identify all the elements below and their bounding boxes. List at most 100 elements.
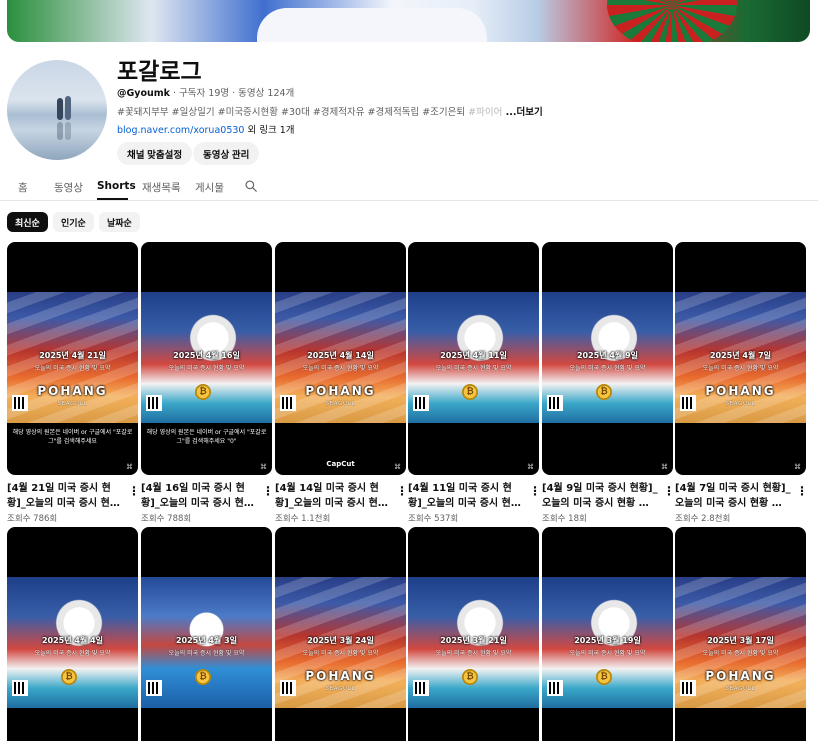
- thumbnail-date: 2025년 3월 21일: [440, 636, 507, 645]
- tab-shorts[interactable]: Shorts: [97, 180, 136, 192]
- more-actions-icon[interactable]: ⋮: [529, 484, 541, 498]
- thumbnail-date: 2025년 3월 24일: [307, 636, 374, 645]
- more-actions-icon[interactable]: ⋮: [663, 484, 675, 498]
- short-title[interactable]: [4월 9일 미국 증시 현황]_오늘의 미국 증시 현황 …: [542, 481, 658, 511]
- channel-stats: · 구독자 19명 · 동영상 124개: [170, 88, 295, 99]
- search-icon[interactable]: [244, 179, 258, 193]
- more-actions-icon[interactable]: ⋮: [128, 484, 140, 498]
- short-thumbnail[interactable]: 2025년 3월 24일 오늘의 미국 증시 현황 및 요약 POHANG SEAGU…: [275, 527, 406, 741]
- more-links[interactable]: 외 링크 1개: [244, 125, 294, 136]
- more-actions-icon[interactable]: ⋮: [796, 484, 808, 498]
- short-thumbnail[interactable]: 2025년 4월 21일 오늘의 미국 증시 현황 및 요약 POHANG SEAGU…: [7, 242, 138, 475]
- channel-name: 포갈로그: [117, 59, 202, 85]
- thumbnail-subtitle: 오늘의 미국 증시 현황 및 요약: [569, 650, 646, 657]
- short-thumbnail[interactable]: 2025년 4월 11일 오늘의 미국 증시 현황 및 요약 ₿ ⌘: [408, 242, 539, 475]
- short-thumbnail[interactable]: 2025년 4월 16일 오늘의 미국 증시 현황 및 요약 ₿ 해당 영상의 원본은…: [141, 242, 272, 475]
- thumbnail-caption: 해당 영상의 원본은 네이버 or 구글에서 "포갈로그"를 검색해주세요: [12, 429, 133, 445]
- thumbnail-date: 2025년 4월 4일: [41, 636, 104, 645]
- thumbnail-date: 2025년 4월 11일: [440, 351, 507, 360]
- channel-tabs: 홈 동영상 Shorts 재생목록 게시물: [0, 176, 818, 201]
- thumbnail-artwork: 2025년 4월 9일 오늘의 미국 증시 현황 및 요약 ₿: [542, 292, 673, 423]
- tab-home[interactable]: 홈: [18, 180, 28, 195]
- thumbnail-date: 2025년 3월 17일: [707, 636, 774, 645]
- short-thumbnail[interactable]: 2025년 4월 4일 오늘의 미국 증시 현황 및 요약 ₿: [7, 527, 138, 741]
- bitcoin-icon: ₿: [596, 669, 612, 685]
- thumbnail-artwork: 2025년 4월 21일 오늘의 미국 증시 현황 및 요약 POHANG SEAGU…: [7, 292, 138, 423]
- channel-handle: @Gyoumk: [117, 88, 170, 99]
- thumbnail-subtitle: 오늘의 미국 증시 현황 및 요약: [435, 365, 512, 372]
- qr-code-icon: [146, 395, 162, 411]
- thumbnail-artwork: 2025년 4월 3일 오늘의 미국 증시 현황 및 요약 ₿: [141, 577, 272, 708]
- more-actions-icon[interactable]: ⋮: [262, 484, 274, 498]
- shorts-icon: ⌘: [260, 463, 267, 471]
- manage-videos-button[interactable]: 동영상 관리: [193, 142, 260, 165]
- thumbnail-artwork: 2025년 3월 24일 오늘의 미국 증시 현황 및 요약 POHANG SEAGU…: [275, 577, 406, 708]
- tab-videos[interactable]: 동영상: [54, 180, 83, 195]
- thumbnail-artwork: 2025년 4월 14일 오늘의 미국 증시 현황 및 요약 POHANG SEAGU…: [275, 292, 406, 423]
- channel-description[interactable]: #꽃돼지부부 #일상일기 #미국증시현황 #30대 #경제적자유 #경제적독립 …: [117, 104, 543, 118]
- short-thumbnail[interactable]: 2025년 3월 21일 오늘의 미국 증시 현황 및 요약 ₿: [408, 527, 539, 741]
- short-title[interactable]: [4월 14일 미국 증시 현황]_오늘의 미국 증시 현…: [275, 481, 391, 511]
- bitcoin-icon: ₿: [195, 384, 211, 400]
- short-thumbnail[interactable]: 2025년 4월 3일 오늘의 미국 증시 현황 및 요약 ₿: [141, 527, 272, 741]
- thumbnail-subtitle: 오늘의 미국 증시 현황 및 요약: [435, 650, 512, 657]
- short-title[interactable]: [4월 16일 미국 증시 현황]_오늘의 미국 증시 현…: [141, 481, 257, 511]
- chip-latest[interactable]: 최신순: [7, 212, 48, 232]
- thumbnail-artwork: 2025년 4월 11일오늘의 미국 증시 현황 및 요약 ₿: [408, 292, 539, 423]
- short-thumbnail[interactable]: 2025년 4월 7일 오늘의 미국 증시 현황 및 요약 POHANG SEAGUL…: [675, 242, 806, 475]
- channel-links: blog.naver.com/xorua0530 외 링크 1개: [117, 122, 295, 136]
- channel-banner: [7, 0, 810, 42]
- short-views: 조회수 18회: [542, 514, 587, 524]
- description-text: #꽃돼지부부 #일상일기 #미국증시현황 #30대 #경제적자유 #경제적독립 …: [117, 107, 469, 118]
- thumbnail-artwork: 2025년 3월 21일 오늘의 미국 증시 현황 및 요약 ₿: [408, 577, 539, 708]
- thumbnail-date: 2025년 4월 7일: [709, 351, 772, 360]
- thumbnail-subtitle: 오늘의 미국 증시 현황 및 요약: [302, 365, 379, 372]
- thumbnail-subtitle: 오늘의 미국 증시 현황 및 요약: [302, 650, 379, 657]
- thumbnail-artwork: 2025년 4월 4일 오늘의 미국 증시 현황 및 요약 ₿: [7, 577, 138, 708]
- shorts-icon: ⌘: [661, 463, 668, 471]
- avatar-figure: [65, 96, 71, 120]
- channel-link-url[interactable]: blog.naver.com/xorua0530: [117, 125, 244, 136]
- customize-channel-button[interactable]: 채널 맞춤설정: [117, 142, 193, 165]
- bitcoin-icon: ₿: [596, 384, 612, 400]
- qr-code-icon: [547, 395, 563, 411]
- qr-code-icon: [146, 680, 162, 696]
- thumbnail-subtitle: 오늘의 미국 증시 현황 및 요약: [702, 365, 779, 372]
- thumbnail-subtitle: 오늘의 미국 증시 현황 및 요약: [34, 365, 111, 372]
- qr-code-icon: [547, 680, 563, 696]
- chip-oldest[interactable]: 날짜순: [99, 212, 140, 232]
- short-title[interactable]: [4월 11일 미국 증시 현황]_오늘의 미국 증시 현…: [408, 481, 524, 511]
- thumbnail-subtitle: 오늘의 미국 증시 현황 및 요약: [168, 365, 245, 372]
- short-thumbnail[interactable]: 2025년 3월 19일 오늘의 미국 증시 현황 및 요약 ₿: [542, 527, 673, 741]
- short-thumbnail[interactable]: 2025년 3월 17일 오늘의 미국 증시 현황 및 요약 POHANG SEAGU…: [675, 527, 806, 741]
- more-actions-icon[interactable]: ⋮: [396, 484, 408, 498]
- qr-code-icon: [413, 680, 429, 696]
- tab-playlists[interactable]: 재생목록: [142, 180, 181, 195]
- banner-fan: [607, 0, 737, 42]
- short-views: 조회수 537회: [408, 514, 459, 524]
- more-link[interactable]: ...더보기: [502, 107, 543, 118]
- short-title[interactable]: [4월 7일 미국 증시 현황]_오늘의 미국 증시 현황 …: [675, 481, 791, 511]
- qr-code-icon: [12, 680, 28, 696]
- shorts-icon: ⌘: [394, 463, 401, 471]
- description-faded: #파이어: [468, 107, 503, 118]
- thumbnail-date: 2025년 4월 3일: [175, 636, 238, 645]
- qr-code-icon: [680, 680, 696, 696]
- short-thumbnail[interactable]: 2025년 4월 9일 오늘의 미국 증시 현황 및 요약 ₿ ⌘: [542, 242, 673, 475]
- short-views: 조회수 2.8천회: [675, 514, 731, 524]
- short-title[interactable]: [4월 21일 미국 증시 현황]_오늘의 미국 증시 현…: [7, 481, 123, 511]
- short-views: 조회수 786회: [7, 514, 58, 524]
- thumbnail-subtitle: 오늘의 미국 증시 현황 및 요약: [168, 650, 245, 657]
- banner-jersey: [257, 8, 487, 42]
- tab-posts[interactable]: 게시물: [195, 180, 224, 195]
- qr-code-icon: [280, 395, 296, 411]
- active-tab-indicator: [97, 198, 128, 200]
- qr-code-icon: [413, 395, 429, 411]
- thumbnail-date: 2025년 4월 16일: [173, 351, 240, 360]
- chip-popular[interactable]: 인기순: [53, 212, 94, 232]
- channel-avatar[interactable]: [7, 60, 107, 160]
- thumbnail-artwork: 2025년 4월 16일오늘의 미국 증시 현황 및 요약 ₿: [141, 292, 272, 423]
- short-thumbnail[interactable]: 2025년 4월 14일 오늘의 미국 증시 현황 및 요약 POHANG SEAGU…: [275, 242, 406, 475]
- bitcoin-icon: ₿: [462, 384, 478, 400]
- thumbnail-date: 2025년 4월 9일: [576, 351, 639, 360]
